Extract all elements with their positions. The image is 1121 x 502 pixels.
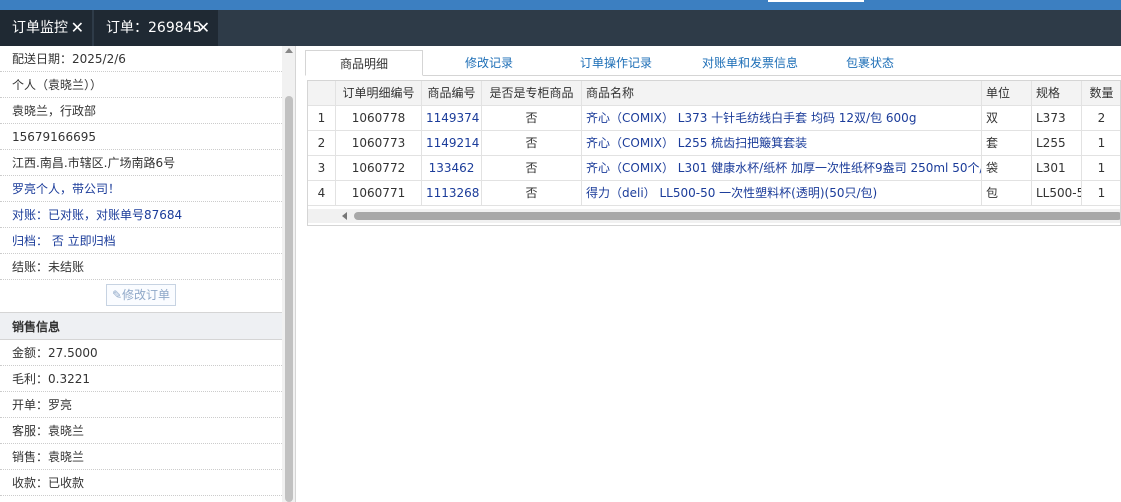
- product-name-link[interactable]: 齐心（COMIX） L373 十针毛纺线白手套 均码 12双/包 600g: [582, 106, 982, 131]
- customer-service: 客服：袁晓兰: [0, 418, 282, 444]
- unit: 包: [982, 181, 1032, 206]
- quantity: 1: [1082, 181, 1120, 206]
- header-product-no[interactable]: 商品编号: [422, 81, 482, 106]
- counter-flag: 否: [482, 156, 582, 181]
- sales-info-title: 销售信息: [0, 312, 295, 340]
- tab-product-details[interactable]: 商品明细: [305, 50, 423, 76]
- unit: 双: [982, 106, 1032, 131]
- header-index: [308, 81, 336, 106]
- top-header-bar: [0, 0, 1121, 10]
- scroll-up-icon[interactable]: [285, 48, 293, 53]
- scrollbar-thumb[interactable]: [285, 96, 293, 502]
- quantity: 1: [1082, 156, 1120, 181]
- customer-type: 个人（袁晓兰））: [0, 72, 282, 98]
- detail-no: 1060778: [336, 106, 422, 131]
- edit-order-label: 修改订单: [122, 288, 171, 302]
- unit: 套: [982, 131, 1032, 156]
- order-remark: 罗亮个人，带公司！: [0, 176, 282, 202]
- scroll-left-icon[interactable]: [342, 212, 347, 220]
- product-no-link[interactable]: 1149374: [422, 106, 482, 131]
- table-row[interactable]: 2 1060773 1149214 否 齐心（COMIX） L255 梳齿扫把簸…: [308, 131, 1120, 156]
- unit: 袋: [982, 156, 1032, 181]
- spec: LL500-50: [1032, 181, 1082, 206]
- tab-modify-records[interactable]: 修改记录: [441, 50, 537, 76]
- product-name-link[interactable]: 得力（deli） LL500-50 一次性塑料杯(透明)(50只/包): [582, 181, 982, 206]
- quantity: 2: [1082, 106, 1120, 131]
- row-index: 2: [308, 131, 336, 156]
- product-grid: 订单明细编号 商品编号 是否是专柜商品 商品名称 单位 规格 数量 1 1060…: [307, 80, 1121, 226]
- table-row[interactable]: 3 1060772 133462 否 齐心（COMIX） L301 健康水杯/纸…: [308, 156, 1120, 181]
- contact-department: 袁晓兰，行政部: [0, 98, 282, 124]
- spec: L373: [1032, 106, 1082, 131]
- gross-profit: 毛利：0.3221: [0, 366, 282, 392]
- scrollbar-thumb[interactable]: [354, 212, 1120, 220]
- delivery-address: 江西.南昌.市辖区.广场南路6号: [0, 150, 282, 176]
- counter-flag: 否: [482, 181, 582, 206]
- tab-package-status[interactable]: 包裹状态: [825, 50, 915, 76]
- tab-bar: 订单监控 ✕ 订单：269845 ✕: [0, 10, 1121, 46]
- header-detail-no[interactable]: 订单明细编号: [336, 81, 422, 106]
- counter-flag: 否: [482, 106, 582, 131]
- row-index: 1: [308, 106, 336, 131]
- detail-tabs: 商品明细 修改记录 订单操作记录 对账单和发票信息 包裹状态: [305, 48, 1121, 76]
- settlement-status: 结账：未结账: [0, 254, 282, 280]
- edit-icon: ✎: [111, 288, 123, 302]
- salesperson: 销售：袁晓兰: [0, 444, 282, 470]
- detail-no: 1060771: [336, 181, 422, 206]
- tab-order-monitor[interactable]: 订单监控 ✕: [0, 10, 92, 46]
- detail-panel: 商品明细 修改记录 订单操作记录 对账单和发票信息 包裹状态 订单明细编号 商品…: [297, 46, 1121, 502]
- order-info-panel: 配送日期：2025/2/6 个人（袁晓兰）） 袁晓兰，行政部 156791666…: [0, 46, 296, 502]
- product-name-link[interactable]: 齐心（COMIX） L301 健康水杯/纸杯 加厚一次性纸杯9盎司 250ml …: [582, 156, 982, 181]
- product-name-link[interactable]: 齐心（COMIX） L255 梳齿扫把簸箕套装: [582, 131, 982, 156]
- table-row[interactable]: 4 1060771 1113268 否 得力（deli） LL500-50 一次…: [308, 181, 1120, 206]
- product-no-link[interactable]: 1149214: [422, 131, 482, 156]
- product-no-link[interactable]: 1113268: [422, 181, 482, 206]
- sales-amount: 金额：27.5000: [0, 340, 282, 366]
- archive-status[interactable]: 归档： 否 立即归档: [0, 228, 282, 254]
- tab-label: 订单：269845: [106, 20, 202, 36]
- detail-no: 1060773: [336, 131, 422, 156]
- close-icon[interactable]: ✕: [71, 10, 84, 46]
- header-qty[interactable]: 数量: [1082, 81, 1120, 106]
- tab-order-detail[interactable]: 订单：269845 ✕: [94, 10, 218, 46]
- payment-status: 收款：已收款: [0, 470, 282, 496]
- header-button[interactable]: [768, 0, 864, 2]
- row-index: 4: [308, 181, 336, 206]
- table-row[interactable]: 1 1060778 1149374 否 齐心（COMIX） L373 十针毛纺线…: [308, 106, 1120, 131]
- detail-no: 1060772: [336, 156, 422, 181]
- counter-flag: 否: [482, 131, 582, 156]
- phone-number: 15679166695: [0, 124, 282, 150]
- header-product-name[interactable]: 商品名称: [582, 81, 982, 106]
- delivery-date: 配送日期：2025/2/6: [0, 46, 282, 72]
- quantity: 1: [1082, 131, 1120, 156]
- tab-operation-records[interactable]: 订单操作记录: [561, 50, 671, 76]
- table-header: 订单明细编号 商品编号 是否是专柜商品 商品名称 单位 规格 数量: [308, 81, 1120, 106]
- product-no-link[interactable]: 133462: [422, 156, 482, 181]
- header-spec[interactable]: 规格: [1032, 81, 1082, 106]
- order-creator: 开单：罗亮: [0, 392, 282, 418]
- header-counter[interactable]: 是否是专柜商品: [482, 81, 582, 106]
- close-icon[interactable]: ✕: [197, 10, 210, 46]
- reconciliation-status[interactable]: 对账：已对账，对账单号87684: [0, 202, 282, 228]
- tab-label: 订单监控: [12, 20, 68, 36]
- row-index: 3: [308, 156, 336, 181]
- horizontal-scrollbar[interactable]: [308, 209, 1120, 223]
- spec: L255: [1032, 131, 1082, 156]
- header-unit[interactable]: 单位: [982, 81, 1032, 106]
- edit-order-button[interactable]: ✎修改订单: [106, 284, 176, 306]
- vertical-scrollbar[interactable]: [282, 46, 295, 502]
- spec: L301: [1032, 156, 1082, 181]
- tab-statement-invoice[interactable]: 对账单和发票信息: [685, 50, 815, 76]
